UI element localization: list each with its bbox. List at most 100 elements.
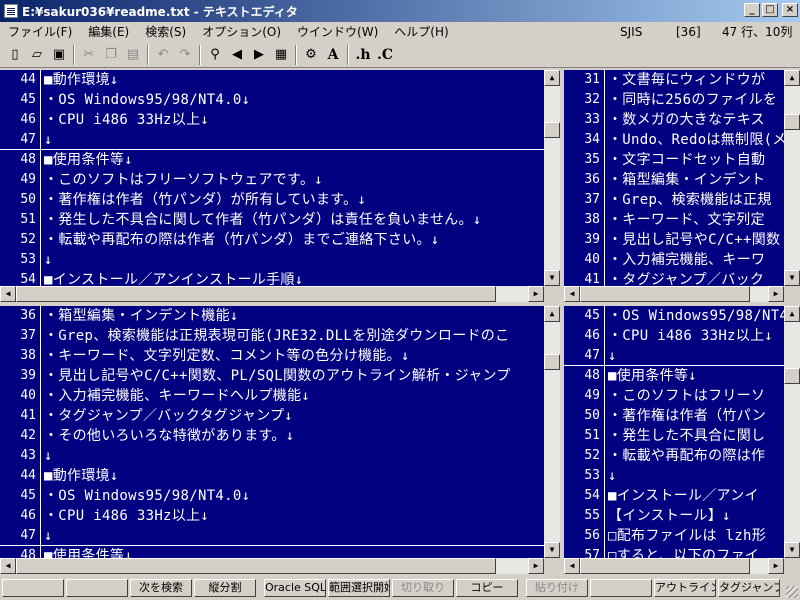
find-next-icon[interactable]: ▶ [248, 44, 270, 66]
line-number[interactable]: 31 [564, 70, 600, 90]
line-number[interactable]: 45 [564, 306, 600, 326]
undo-icon[interactable]: ↶ [152, 44, 174, 66]
line-number[interactable]: 46 [564, 326, 600, 346]
line-text[interactable]: ・キーワード、文字列定数、コメント等の色分け機能。↓ [44, 346, 410, 366]
line-text[interactable]: ・著作権は作者（竹パンダ）が所有しています。↓ [44, 190, 366, 210]
cut-icon[interactable]: ✂ [78, 44, 100, 66]
horizontal-scrollbar[interactable]: ◀ ▶ [564, 558, 784, 574]
paste-icon[interactable]: ▤ [122, 44, 144, 66]
text-line[interactable]: 36 ・箱型編集・インデント [564, 170, 784, 190]
line-number[interactable]: 53 [564, 466, 600, 486]
line-number[interactable]: 34 [564, 130, 600, 150]
line-text[interactable]: ■使用条件等↓ [44, 546, 133, 558]
text-line[interactable]: 37 ・Grep、検索機能は正規表現可能(JRE32.DLLを別途ダウンロードのこ [0, 326, 544, 346]
line-number[interactable]: 44 [0, 70, 36, 90]
scroll-thumb[interactable] [16, 286, 496, 302]
scroll-thumb[interactable] [784, 114, 800, 130]
scroll-thumb[interactable] [784, 368, 800, 384]
text-line[interactable]: 48 ■使用条件等↓ [0, 150, 544, 170]
text-line[interactable]: 52 ・転載や再配布の際は作者（竹パンダ）までご連絡下さい。↓ [0, 230, 544, 250]
line-number[interactable]: 54 [564, 486, 600, 506]
line-number[interactable]: 45 [0, 486, 36, 506]
editor-pane-top-right[interactable]: 31 ・文書毎にウィンドウが 32 ・同時に256のファイルを 33 ・数メガの大きなテキ… [564, 70, 800, 302]
text-line[interactable]: 57 □すると、以下のファイ [564, 546, 784, 558]
line-text[interactable]: ↓ [44, 250, 53, 270]
menu-window[interactable]: ウインドウ(W) [289, 22, 386, 42]
line-number[interactable]: 47 [0, 130, 36, 150]
line-text[interactable]: ・キーワード、文字列定 [608, 210, 765, 230]
line-number[interactable]: 48 [0, 546, 36, 558]
text-line[interactable]: 35 ・文字コードセット自動 [564, 150, 784, 170]
line-number[interactable]: 35 [564, 150, 600, 170]
line-text[interactable]: ↓ [44, 130, 53, 150]
text-line[interactable]: 47 ↓ [0, 130, 544, 150]
menu-edit[interactable]: 編集(E) [80, 22, 137, 42]
line-text[interactable]: ・このソフトはフリーソ [608, 386, 765, 406]
settings-icon[interactable]: ⚙ [300, 44, 322, 66]
line-text[interactable]: ・見出し記号やC/C++関数 [608, 230, 780, 250]
menu-file[interactable]: ファイル(F) [0, 22, 80, 42]
line-number[interactable]: 37 [0, 326, 36, 346]
line-text[interactable]: □配布ファイルは lzh形 [608, 526, 766, 546]
text-line[interactable]: 50 ・著作権は作者（竹パンダ）が所有しています。↓ [0, 190, 544, 210]
text-line[interactable]: 49 ・このソフトはフリーソフトウェアです。↓ [0, 170, 544, 190]
scroll-thumb[interactable] [544, 354, 560, 370]
horizontal-scrollbar[interactable]: ◀ ▶ [564, 286, 784, 302]
line-text[interactable]: ・発生した不具合に関し [608, 426, 765, 446]
editor-pane-bottom-right[interactable]: 45 ・OS Windows95/98/NT4. 46 ・CPU i486 33Hz以… [564, 306, 800, 574]
scroll-thumb[interactable] [544, 122, 560, 138]
line-number[interactable]: 40 [564, 250, 600, 270]
line-number[interactable]: 49 [564, 386, 600, 406]
line-text[interactable]: ・箱型編集・インデント機能↓ [44, 306, 239, 326]
text-line[interactable]: 38 ・キーワード、文字列定 [564, 210, 784, 230]
line-number[interactable]: 46 [0, 506, 36, 526]
scroll-right-icon[interactable]: ▶ [768, 286, 784, 302]
line-number[interactable]: 39 [0, 366, 36, 386]
line-number[interactable]: 38 [564, 210, 600, 230]
line-text[interactable]: ・著作権は作者（竹パン [608, 406, 766, 426]
line-number[interactable]: 50 [564, 406, 600, 426]
scroll-left-icon[interactable]: ◀ [0, 286, 16, 302]
line-text[interactable]: ・タグジャンプ／バックタグジャンプ↓ [44, 406, 293, 426]
scroll-right-icon[interactable]: ▶ [528, 558, 544, 574]
text-line[interactable]: 32 ・同時に256のファイルを [564, 90, 784, 110]
text-line[interactable]: 53 ↓ [564, 466, 784, 486]
text-line[interactable]: 43 ↓ [0, 446, 544, 466]
text-line[interactable]: 51 ・発生した不具合に関し [564, 426, 784, 446]
scroll-down-icon[interactable]: ▼ [784, 270, 800, 286]
scroll-thumb[interactable] [580, 286, 750, 302]
text-line[interactable]: 37 ・Grep、検索機能は正規 [564, 190, 784, 210]
line-number[interactable]: 51 [564, 426, 600, 446]
function-key-f3[interactable]: 次を検索 [130, 579, 192, 597]
line-text[interactable]: □すると、以下のファイ [608, 546, 759, 558]
scroll-left-icon[interactable]: ◀ [0, 558, 16, 574]
text-area[interactable]: 45 ・OS Windows95/98/NT4. 46 ・CPU i486 33Hz以… [564, 306, 784, 558]
line-number[interactable]: 54 [0, 270, 36, 286]
scroll-down-icon[interactable]: ▼ [544, 542, 560, 558]
line-number[interactable]: 56 [564, 526, 600, 546]
text-line[interactable]: 45 ・OS Windows95/98/NT4.0↓ [0, 486, 544, 506]
text-line[interactable]: 54 ■インストール／アンイ [564, 486, 784, 506]
text-line[interactable]: 54 ■インストール／アンインストール手順↓ [0, 270, 544, 286]
scroll-left-icon[interactable]: ◀ [564, 286, 580, 302]
text-line[interactable]: 48 ■使用条件等↓ [0, 546, 544, 558]
text-line[interactable]: 51 ・発生した不具合に関して作者（竹パンダ）は責任を負いません。↓ [0, 210, 544, 230]
vertical-scrollbar[interactable]: ▲ ▼ [544, 306, 560, 558]
text-line[interactable]: 53 ↓ [0, 250, 544, 270]
line-number[interactable]: 49 [0, 170, 36, 190]
vertical-scrollbar[interactable]: ▲ ▼ [784, 70, 800, 286]
line-number[interactable]: 52 [564, 446, 600, 466]
save-icon[interactable]: ▣ [48, 44, 70, 66]
text-line[interactable]: 49 ・このソフトはフリーソ [564, 386, 784, 406]
line-number[interactable]: 40 [0, 386, 36, 406]
line-text[interactable]: ・入力補完機能、キーワ [608, 250, 765, 270]
text-area[interactable]: 31 ・文書毎にウィンドウが 32 ・同時に256のファイルを 33 ・数メガの大きなテキ… [564, 70, 784, 286]
scroll-down-icon[interactable]: ▼ [784, 542, 800, 558]
scroll-down-icon[interactable]: ▼ [544, 270, 560, 286]
minimize-button[interactable]: _ [744, 3, 760, 17]
vertical-splitter[interactable] [560, 70, 564, 574]
maximize-button[interactable]: □ [762, 3, 778, 17]
line-text[interactable]: ・Undo、Redoは無制限(メ [608, 130, 784, 150]
scroll-thumb[interactable] [580, 558, 750, 574]
app-icon[interactable] [4, 4, 18, 18]
